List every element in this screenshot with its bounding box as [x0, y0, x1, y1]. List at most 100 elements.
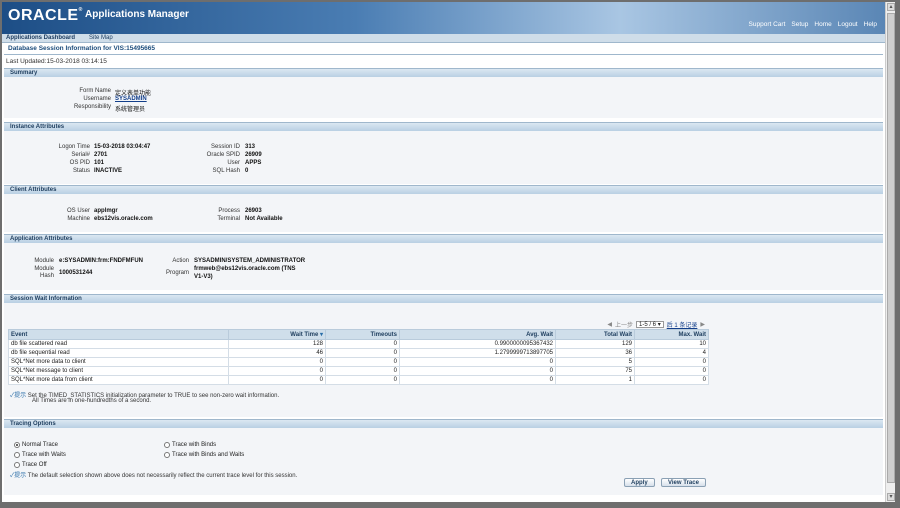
logon-time-value: 15-03-2018 03:04:47	[94, 144, 151, 150]
radio-trace-off[interactable]: Trace Off	[14, 462, 47, 468]
process-label: Process	[218, 208, 240, 214]
tab-applications-dashboard[interactable]: Applications Dashboard	[6, 35, 75, 41]
terminal-value: Not Available	[245, 216, 283, 222]
sql-hash-value: 0	[245, 168, 249, 174]
radio-icon	[14, 462, 20, 468]
next-icon[interactable]: ▶	[700, 321, 705, 328]
support-cart-link[interactable]: Support Cart	[749, 21, 786, 28]
wait-header: Session Wait Information	[4, 294, 883, 303]
tab-bar: Applications Dashboard Site Map	[2, 34, 885, 43]
tab-site-map[interactable]: Site Map	[89, 35, 113, 41]
wait-tip-units: All Times are in one-hundredths of a sec…	[32, 398, 152, 404]
os-user-value: applmgr	[94, 208, 118, 214]
help-link[interactable]: Help	[864, 21, 877, 28]
module-hash-label-1: Module	[34, 266, 54, 272]
table-row: db file scattered read 128 0 0.990000009536…	[8, 339, 709, 349]
radio-icon	[164, 452, 170, 458]
serial-value: 2701	[94, 152, 108, 158]
vertical-scrollbar[interactable]: ▴ ▾	[885, 2, 895, 502]
sort-icon: ▾	[319, 332, 323, 338]
col-event[interactable]: Event	[8, 329, 229, 340]
session-id-value: 313	[245, 144, 256, 150]
client-header: Client Attributes	[4, 185, 883, 194]
radio-icon	[14, 452, 20, 458]
status-value: INACTIVE	[94, 168, 123, 174]
oracle-logo: ORACLE®	[8, 7, 83, 24]
module-hash-label-2: Hash	[39, 273, 54, 279]
action-label: Action	[172, 258, 189, 264]
logon-time-label: Logon Time	[58, 144, 90, 150]
chevron-down-icon: ▾	[657, 322, 661, 328]
application-header: Application Attributes	[4, 234, 883, 243]
instance-section: Instance Attributes Logon Time 15-03-201…	[4, 122, 883, 184]
serial-label: Serial#	[71, 152, 90, 158]
machine-value: ebs12vis.oracle.com	[94, 216, 153, 222]
module-value: e:SYSADMIN:frm:FNDFMFUN	[59, 258, 143, 264]
view-trace-button[interactable]: View Trace	[661, 478, 706, 487]
setup-link[interactable]: Setup	[791, 21, 808, 28]
action-value: SYSADMIN/SYSTEM_ADMINISTRATOR	[194, 258, 306, 264]
summary-header: Summary	[4, 68, 883, 77]
home-link[interactable]: Home	[814, 21, 831, 28]
program-label: Program	[165, 270, 189, 276]
table-row: SQL*Net more data to client 0 0 0 5 0	[8, 357, 709, 367]
tracing-tip: ✓提示 The default selection shown above do…	[10, 473, 298, 479]
application-section: Application Attributes Module e:SYSADMIN…	[4, 234, 883, 290]
client-section: Client Attributes OS User applmgr Machin…	[4, 185, 883, 232]
program-value-line-1: frmweb@ebs12vis.oracle.com (TNS	[194, 266, 296, 272]
oracle-spid-value: 26909	[245, 152, 262, 158]
next-link[interactable]: 后 1 条记录	[667, 320, 698, 329]
summary-section: Summary Form Name 定义表单功能 Username SYSADM…	[4, 68, 883, 118]
username-label: Username	[83, 96, 111, 102]
global-links: Support Cart Setup Home Logout Help	[749, 21, 877, 28]
module-hash-value: 1000531244	[59, 270, 93, 276]
username-link[interactable]: SYSADMIN	[115, 96, 147, 102]
terminal-label: Terminal	[217, 216, 240, 222]
prev-link[interactable]: 上一步	[615, 320, 633, 329]
col-avg-wait[interactable]: Avg. Wait	[399, 329, 556, 340]
status-label: Status	[72, 168, 90, 174]
col-wait-time[interactable]: Wait Time ▾	[228, 329, 326, 340]
table-row: SQL*Net message to client 0 0 0 75 0	[8, 366, 709, 376]
program-value-line-2: V1-V3)	[194, 274, 213, 280]
os-user-label: OS User	[66, 208, 90, 214]
col-timeouts[interactable]: Timeouts	[325, 329, 400, 340]
app-title: Applications Manager	[85, 9, 189, 20]
module-label: Module	[34, 258, 54, 264]
scroll-thumb[interactable]	[887, 13, 895, 483]
scroll-up-icon[interactable]: ▴	[887, 3, 895, 11]
prev-icon: ◀	[607, 322, 612, 328]
oracle-spid-label: Oracle SPID	[206, 152, 240, 158]
radio-trace-with-waits[interactable]: Trace with Waits	[14, 452, 66, 458]
radio-selected-icon	[14, 442, 20, 448]
apply-button[interactable]: Apply	[624, 478, 655, 487]
branding-bar: ORACLE® Applications Manager Support Car…	[2, 2, 885, 34]
col-max-wait[interactable]: Max. Wait	[634, 329, 709, 340]
responsibility-label: Responsibility	[73, 104, 111, 110]
os-pid-label: OS PID	[69, 160, 90, 166]
radio-trace-with-binds[interactable]: Trace with Binds	[164, 442, 216, 448]
tracing-section: Tracing Options Normal Trace Trace with …	[4, 419, 883, 495]
table-row: SQL*Net more data from client 0 0 0 1 0	[8, 375, 709, 385]
session-id-label: Session ID	[210, 144, 240, 150]
table-pager: ◀ 上一步 1-5 / 6 ▾ 后 1 条记录 ▶	[607, 320, 705, 329]
scroll-down-icon[interactable]: ▾	[887, 493, 895, 501]
tracing-header: Tracing Options	[4, 419, 883, 428]
machine-label: Machine	[67, 216, 90, 222]
os-pid-value: 101	[94, 160, 105, 166]
wait-section: Session Wait Information ◀ 上一步 1-5 / 6 ▾…	[4, 294, 883, 417]
sql-hash-label: SQL Hash	[212, 168, 240, 174]
range-select[interactable]: 1-5 / 6 ▾	[636, 321, 664, 328]
table-row: db file sequential read 46 0 1.279999971389…	[8, 348, 709, 358]
logout-link[interactable]: Logout	[838, 21, 858, 28]
col-total-wait[interactable]: Total Wait	[555, 329, 635, 340]
radio-normal-trace[interactable]: Normal Trace	[14, 442, 58, 448]
radio-icon	[164, 442, 170, 448]
browser-window: ORACLE® Applications Manager Support Car…	[2, 2, 895, 502]
wait-table: Event Wait Time ▾ Timeouts Avg. Wait Tot…	[8, 329, 709, 385]
page-content: ORACLE® Applications Manager Support Car…	[2, 2, 885, 502]
user-label: User	[227, 160, 240, 166]
instance-header: Instance Attributes	[4, 122, 883, 131]
responsibility-value: 系统管理员	[115, 107, 146, 113]
radio-trace-with-binds-and-waits[interactable]: Trace with Binds and Waits	[164, 452, 244, 458]
